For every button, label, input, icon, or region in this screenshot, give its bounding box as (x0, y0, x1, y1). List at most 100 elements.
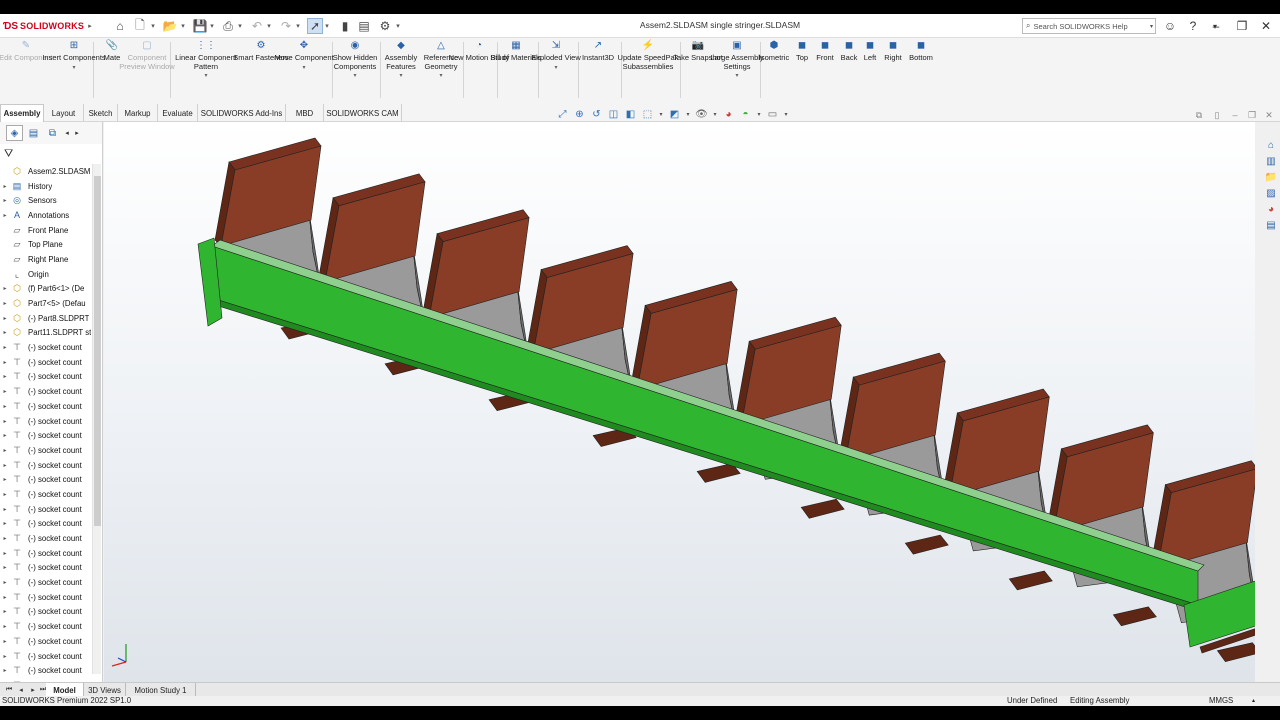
expand-arrow-icon[interactable]: ▸ (0, 432, 10, 439)
options-dropdown-icon[interactable]: ▾ (394, 20, 402, 32)
expand-arrow-icon[interactable]: ▸ (0, 315, 10, 322)
view-settings-dropdown-icon[interactable]: ▾ (783, 108, 789, 121)
tree-item-fastener[interactable]: ▸⊤ (-) socket count (0, 370, 92, 385)
expand-arrow-icon[interactable]: ▸ (0, 447, 10, 454)
viewport-tile-icon[interactable]: ⧉ (1193, 109, 1205, 121)
graphics-area[interactable] (104, 122, 1255, 682)
expand-arrow-icon[interactable]: ▸ (0, 359, 10, 366)
tree-item-fastener[interactable]: ▸⊤ (-) socket count (0, 472, 92, 487)
section-view-icon[interactable]: ◫ (607, 108, 620, 121)
options-gear-icon[interactable]: ⚙ (377, 18, 393, 34)
view-palette-icon[interactable]: ▨ (1264, 186, 1278, 200)
tree-item-fastener[interactable]: ▸⊤ (-) socket count (0, 340, 92, 355)
expand-arrow-icon[interactable]: ▸ (0, 388, 10, 395)
tree-item-fastener[interactable]: ▸⊤ (-) socket count (0, 649, 92, 664)
minimize-icon[interactable]: ‒ (1206, 17, 1226, 35)
tree-item-fastener[interactable]: ▸⊤ (-) socket count (0, 399, 92, 414)
restore-icon[interactable]: ❐ (1232, 17, 1252, 35)
tree-item-fastener[interactable]: ▸⊤ (-) socket count (0, 517, 92, 532)
tread-underside[interactable] (904, 534, 949, 555)
tree-item-fastener[interactable]: ▸⊤ (-) socket count (0, 546, 92, 561)
tree-item-part7-5-defau[interactable]: ▸ ⬡ Part7<5> (Defau (0, 296, 92, 311)
select-icon[interactable]: ➚ (307, 18, 323, 34)
tab-evaluate[interactable]: Evaluate (158, 104, 198, 122)
zoom-to-fit-icon[interactable]: ⤢ (556, 108, 569, 121)
tree-item-fastener[interactable]: ▸⊤ (-) socket count (0, 355, 92, 370)
solidworks-resources-icon[interactable]: ⌂ (1264, 138, 1278, 152)
redo-dropdown-icon[interactable]: ▾ (294, 20, 302, 32)
tab-solidworks-cam[interactable]: SOLIDWORKS CAM (324, 104, 402, 122)
filter-icon[interactable]: ⛛ (4, 148, 20, 162)
scene-dropdown-icon[interactable]: ▾ (756, 108, 762, 121)
tree-item-part11-sldprt-st[interactable]: ▸ ⬡ Part11.SLDPRT st (0, 326, 92, 341)
expand-arrow-icon[interactable]: ▸ (0, 285, 10, 292)
viewport-restore-icon[interactable]: ❐ (1246, 109, 1258, 121)
expand-arrow-icon[interactable]: ▸ (0, 667, 10, 674)
panel-scroll-left-icon[interactable]: ◂ (63, 129, 71, 137)
expand-arrow-icon[interactable]: ▸ (0, 550, 10, 557)
tree-item-fastener[interactable]: ▸⊤ (-) socket count (0, 443, 92, 458)
account-icon[interactable]: ☺ (1160, 17, 1180, 35)
tab-mbd[interactable]: MBD (286, 104, 324, 122)
previous-view-icon[interactable]: ↺ (590, 108, 603, 121)
property-manager-tab-icon[interactable]: ▤ (25, 125, 42, 141)
expand-arrow-icon[interactable]: ▸ (0, 373, 10, 380)
tab-markup[interactable]: Markup (118, 104, 158, 122)
stair-stringer-model[interactable] (104, 122, 1255, 682)
zoom-to-area-icon[interactable]: ⊕ (573, 108, 586, 121)
open-icon[interactable]: 📂 (162, 18, 178, 34)
panel-scroll-right-icon[interactable]: ▸ (73, 129, 81, 137)
select-dropdown-icon[interactable]: ▾ (323, 20, 331, 32)
tree-item-fastener[interactable]: ▸⊤ (-) socket count (0, 575, 92, 590)
help-search-input[interactable]: ⌕ Search SOLIDWORKS Help ▾ (1022, 18, 1156, 34)
expand-arrow-icon[interactable]: ▸ (0, 608, 10, 615)
expand-arrow-icon[interactable]: ▸ (0, 462, 10, 469)
expand-arrow-icon[interactable]: ▸ (0, 344, 10, 351)
dropdown-caret-icon[interactable]: ▾ (554, 64, 557, 73)
tree-item-fastener[interactable]: ▸⊤ (-) socket count (0, 487, 92, 502)
tree-item-fastener[interactable]: ▸⊤ (-) socket count (0, 605, 92, 620)
viewport-minimize-icon[interactable]: ‒ (1229, 109, 1241, 121)
print-dropdown-icon[interactable]: ▾ (236, 20, 244, 32)
expand-arrow-icon[interactable]: ▸ (0, 418, 10, 425)
appearances-icon[interactable]: ◕ (1264, 202, 1278, 216)
tread-underside[interactable] (800, 498, 845, 519)
tread-underside[interactable] (1008, 570, 1053, 591)
tree-item-history[interactable]: ▸ ▤ History (0, 179, 92, 194)
expand-arrow-icon[interactable]: ▸ (0, 212, 10, 219)
view-settings-icon[interactable]: ▭ (766, 108, 779, 121)
edit-appearance-icon[interactable]: ◕ (722, 108, 735, 121)
tree-item-fastener[interactable]: ▸⊤ (-) socket count (0, 634, 92, 649)
dropdown-caret-icon[interactable]: ▾ (204, 72, 207, 81)
display-style-dropdown-icon[interactable]: ▾ (685, 108, 691, 121)
tree-item-annotations[interactable]: ▸ A Annotations (0, 208, 92, 223)
traffic-light-icon[interactable]: ▮ (337, 18, 353, 34)
component-preview-window-button[interactable]: ▢ Component Preview Window (115, 40, 179, 71)
tree-item-fastener[interactable]: ▸⊤ (-) socket count (0, 590, 92, 605)
open-dropdown-icon[interactable]: ▾ (179, 20, 187, 32)
dropdown-caret-icon[interactable]: ▾ (735, 72, 738, 81)
expand-arrow-icon[interactable]: ▸ (0, 403, 10, 410)
expand-arrow-icon[interactable]: ▸ (0, 623, 10, 630)
expand-arrow-icon[interactable]: ▸ (0, 579, 10, 586)
expand-arrow-icon[interactable]: ▸ (0, 506, 10, 513)
expand-arrow-icon[interactable]: ▸ (0, 653, 10, 660)
apply-scene-icon[interactable]: ◓ (739, 108, 752, 121)
configuration-manager-tab-icon[interactable]: ⧉ (44, 125, 61, 141)
expand-arrow-icon[interactable]: ▸ (0, 300, 10, 307)
scrollbar-thumb[interactable] (94, 176, 101, 526)
expand-arrow-icon[interactable]: ▸ (0, 476, 10, 483)
tree-item-f-part6-1-de[interactable]: ▸ ⬡ (f) Part6<1> (De (0, 282, 92, 297)
dropdown-caret-icon[interactable]: ▾ (302, 64, 305, 73)
design-library-icon[interactable]: ▥ (1264, 154, 1278, 168)
display-style-icon[interactable]: ◩ (668, 108, 681, 121)
expand-arrow-icon[interactable]: ▸ (0, 197, 10, 204)
bottom-button[interactable]: ◼ Bottom (889, 40, 953, 63)
tree-item-fastener[interactable]: ▸⊤ (-) socket count (0, 428, 92, 443)
undo-icon[interactable]: ↶ (249, 18, 265, 34)
redo-icon[interactable]: ↷ (278, 18, 294, 34)
expand-arrow-icon[interactable]: ▸ (0, 564, 10, 571)
tab-sketch[interactable]: Sketch (84, 104, 118, 122)
previous-tab-icon[interactable]: ◂ (16, 684, 26, 696)
new-dropdown-icon[interactable]: ▾ (149, 20, 157, 32)
